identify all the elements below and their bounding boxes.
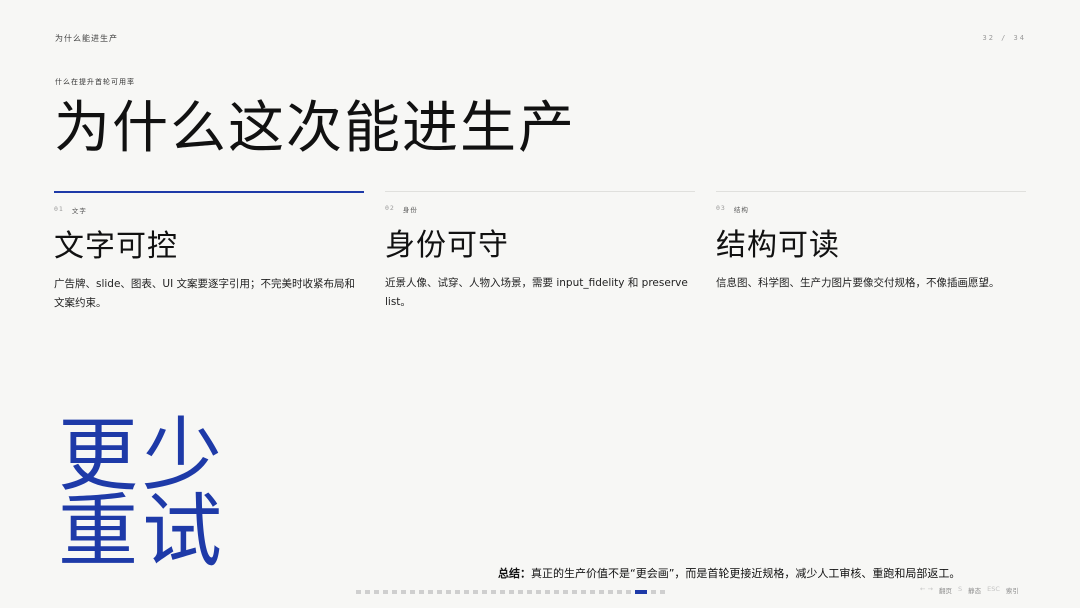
pager-dot[interactable] (374, 590, 379, 594)
pager-dot[interactable] (572, 590, 577, 594)
pager-dot[interactable] (428, 590, 433, 594)
column-header: 03 结构 (716, 204, 1026, 214)
column-text: 01 文字 文字可控 广告牌、slide、图表、UI 文案要逐字引用；不完美时收… (54, 191, 364, 313)
column-index: 02 (385, 204, 395, 212)
pager-dot[interactable] (527, 590, 532, 594)
pager-dot[interactable] (626, 590, 631, 594)
column-header: 01 文字 (54, 205, 364, 215)
column-header: 02 身份 (385, 204, 695, 214)
column-title: 结构可读 (716, 228, 840, 263)
pager-dot[interactable] (455, 590, 460, 594)
summary-text: 真正的生产价值不是“更会画”，而是首轮更接近规格，减少人工审核、重跑和局部返工。 (531, 567, 961, 580)
pager-dot[interactable] (365, 590, 370, 594)
column-description: 广告牌、slide、图表、UI 文案要逐字引用；不完美时收紧布局和文案约束。 (54, 278, 356, 309)
hint-nav-label: 翻页 (938, 587, 952, 595)
section-label: 为什么能进生产 (55, 34, 118, 43)
pager-dot[interactable] (410, 590, 415, 594)
keyboard-hints: ← → 翻页 S 静态 ESC 索引 (920, 585, 1019, 595)
hint-static-label: 静态 (968, 587, 982, 595)
summary-line: 总结：真正的生产价值不是“更会画”，而是首轮更接近规格，减少人工审核、重跑和局部… (498, 565, 960, 581)
column-description: 信息图、科学图、生产力图片要像交付规格，不像插画愿望。 (716, 277, 1000, 289)
column-title: 身份可守 (385, 228, 509, 263)
column-identity: 02 身份 身份可守 近景人像、试穿、人物入场景，需要 input_fideli… (385, 191, 695, 312)
pager-dot[interactable] (473, 590, 478, 594)
column-description: 近景人像、试穿、人物入场景，需要 input_fidelity 和 preser… (385, 277, 688, 308)
column-index: 03 (716, 204, 726, 212)
pager-dot[interactable] (599, 590, 604, 594)
column-tag: 结构 (733, 206, 749, 214)
pager-dot[interactable] (356, 590, 361, 594)
big-callout-word: 更少重试 (58, 409, 226, 578)
static-key-icon: S (957, 585, 963, 593)
pager-dot-current[interactable] (635, 590, 647, 594)
summary-label: 总结： (498, 567, 531, 580)
column-title: 文字可控 (54, 229, 178, 264)
kicker-text: 什么在提升首轮可用率 (55, 78, 135, 86)
pager-dot[interactable] (651, 590, 656, 594)
page-title: 为什么这次能进生产 (54, 96, 576, 161)
pager-dot[interactable] (437, 590, 442, 594)
pager-dot[interactable] (383, 590, 388, 594)
pager-dot[interactable] (464, 590, 469, 594)
pager-dot[interactable] (536, 590, 541, 594)
arrow-keys-icon: ← → (920, 585, 933, 593)
pager-dot[interactable] (482, 590, 487, 594)
hint-index-label: 索引 (1005, 587, 1019, 595)
pager-dot[interactable] (491, 590, 496, 594)
pager-dot[interactable] (590, 590, 595, 594)
pager-dot[interactable] (660, 590, 665, 594)
pager-dot[interactable] (446, 590, 451, 594)
pager-dot[interactable] (509, 590, 514, 594)
pager-dot[interactable] (581, 590, 586, 594)
column-index: 01 (54, 205, 64, 213)
pager-dot[interactable] (554, 590, 559, 594)
pager-dot[interactable] (392, 590, 397, 594)
pager-dot[interactable] (563, 590, 568, 594)
pager-dot[interactable] (419, 590, 424, 594)
pager-dot[interactable] (518, 590, 523, 594)
pager-dot[interactable] (545, 590, 550, 594)
slide-pager[interactable] (356, 590, 665, 594)
pager-dot[interactable] (401, 590, 406, 594)
page-indicator: 32 / 34 (982, 34, 1026, 42)
esc-key-icon: ESC (987, 585, 1000, 593)
column-tag: 文字 (71, 207, 87, 215)
pager-dot[interactable] (617, 590, 622, 594)
pager-dot[interactable] (608, 590, 613, 594)
pager-dot[interactable] (500, 590, 505, 594)
column-tag: 身份 (402, 206, 418, 214)
column-structure: 03 结构 结构可读 信息图、科学图、生产力图片要像交付规格，不像插画愿望。 (716, 191, 1026, 293)
